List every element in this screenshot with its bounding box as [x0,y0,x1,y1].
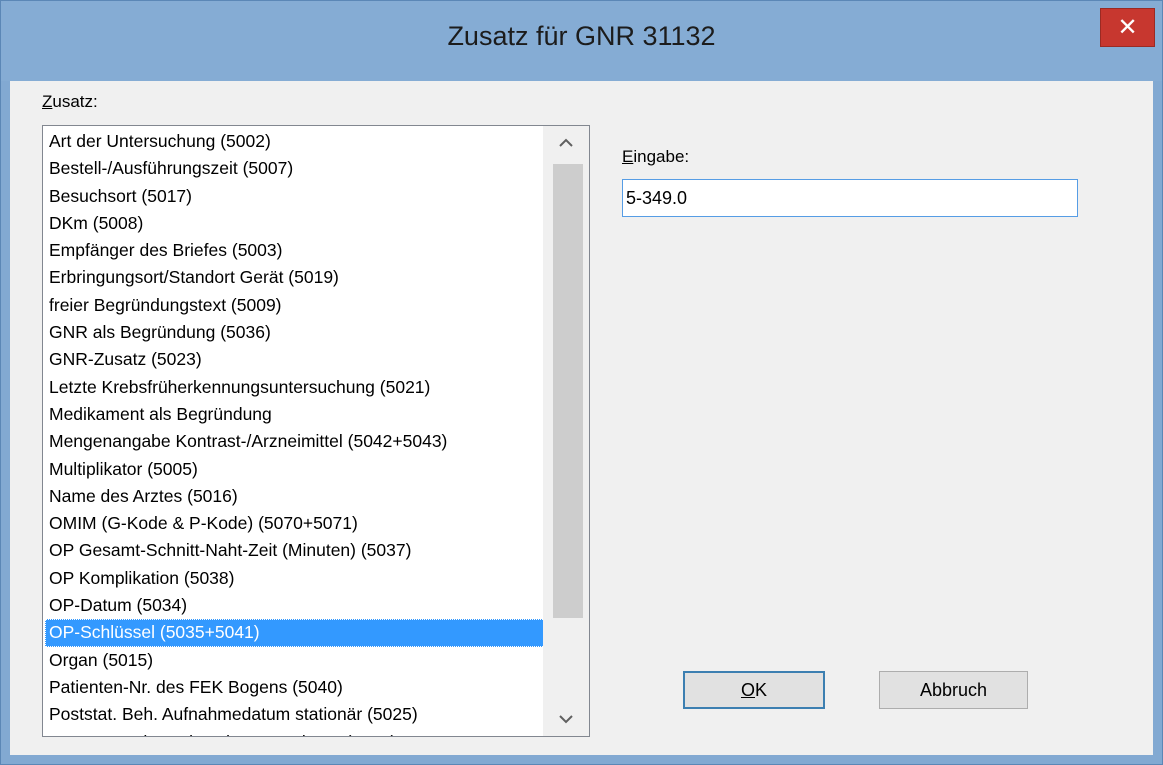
scroll-thumb[interactable] [553,164,583,618]
cancel-button[interactable]: Abbruch [879,671,1028,709]
eingabe-label: Eingabe: [622,147,689,167]
list-item[interactable]: Poststat. Beh. Aufnahmedatum stationär (… [45,701,545,728]
list-item[interactable]: Letzte Krebsfrüherkennungsuntersuchung (… [45,374,545,401]
zusatz-label: Zusatz: [42,92,98,112]
list-item[interactable]: Empfänger des Briefes (5003) [45,237,545,264]
list-item[interactable]: OP Komplikation (5038) [45,565,545,592]
list-item[interactable]: OP Gesamt-Schnitt-Naht-Zeit (Minuten) (5… [45,537,545,564]
vertical-scrollbar[interactable] [543,126,589,736]
cancel-button-label: Abbruch [919,679,988,700]
ok-button[interactable]: OK [683,671,825,709]
eingabe-label-text: Eingabe: [622,147,690,166]
list-item[interactable]: DKm (5008) [45,210,545,237]
list-item[interactable]: GNR-Zusatz (5023) [45,346,545,373]
chevron-up-icon [559,138,573,147]
dialog-window: Zusatz für GNR 31132 ✕ Zusatz: Art der U… [0,0,1163,765]
close-icon: ✕ [1117,14,1138,41]
list-item[interactable]: Medikament als Begründung [45,401,545,428]
list-item[interactable]: OMIM (G-Kode & P-Kode) (5070+5071) [45,510,545,537]
dialog-client-area: Zusatz: Art der Untersuchung (5002) Beste… [10,81,1153,755]
list-item[interactable]: Bestell-/Ausführungszeit (5007) [45,155,545,182]
list-item[interactable]: Organ (5015) [45,647,545,674]
eingabe-input[interactable]: 5-349.0 [622,179,1078,217]
zusatz-list-items: Art der Untersuchung (5002) Bestell-/Ausf… [45,128,545,736]
scroll-down-button[interactable] [543,702,589,736]
chevron-down-icon [559,715,573,724]
list-item[interactable]: Mengenangabe Kontrast-/Arzneimittel (504… [45,428,545,455]
list-item[interactable]: Erbringungsort/Standort Gerät (5019) [45,264,545,291]
scroll-up-button[interactable] [543,126,589,160]
zusatz-listbox[interactable]: Art der Untersuchung (5002) Bestell-/Ausf… [42,125,590,737]
list-item[interactable]: Besuchsort (5017) [45,183,545,210]
list-item[interactable]: Patienten-Nr. des FEK Bogens (5040) [45,674,545,701]
zusatz-label-text: Zusatz: [42,92,98,111]
list-item[interactable]: Name des Arztes (5016) [45,483,545,510]
close-button[interactable]: ✕ [1100,8,1155,47]
list-item[interactable]: freier Begründungstext (5009) [45,292,545,319]
list-item-selected[interactable]: OP-Schlüssel (5035+5041) [45,619,545,647]
ok-button-label: OK [740,679,768,700]
list-item[interactable]: Art der Untersuchung (5002) [45,128,545,155]
list-item[interactable]: Poststat. Beh. Entlassdatum stationär (5… [45,729,545,736]
list-item[interactable]: OP-Datum (5034) [45,592,545,619]
list-item[interactable]: GNR als Begründung (5036) [45,319,545,346]
list-item[interactable]: Multiplikator (5005) [45,456,545,483]
window-title: Zusatz für GNR 31132 [447,21,716,51]
title-bar[interactable]: Zusatz für GNR 31132 ✕ [1,1,1162,81]
